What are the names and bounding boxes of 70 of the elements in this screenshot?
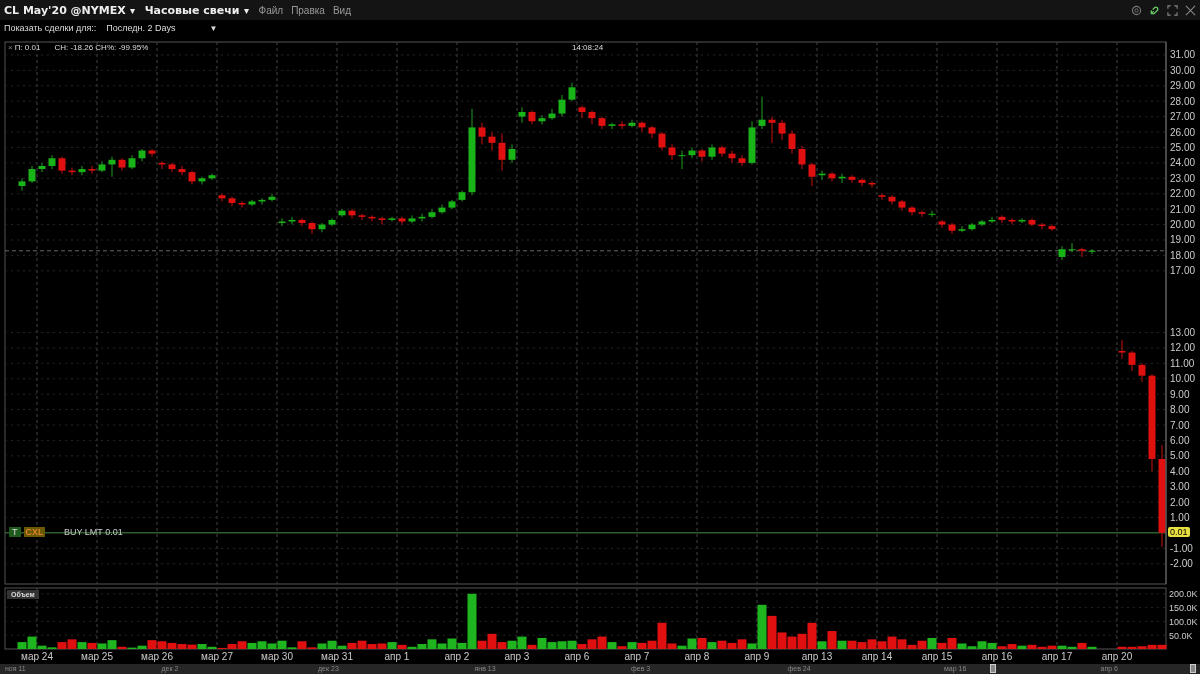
axis-label: мар 25 xyxy=(81,651,113,662)
axis-label: 26.00 xyxy=(1170,126,1196,138)
axis-label: 21.00 xyxy=(1170,203,1196,215)
axis-label: апр 16 xyxy=(981,651,1013,662)
axis-label: апр 14 xyxy=(861,651,893,662)
axis-label: 50.0K xyxy=(1169,630,1193,641)
axis-label: 5.00 xyxy=(1170,450,1190,462)
axis-label: апр 1 xyxy=(384,651,410,662)
axis-label: 29.00 xyxy=(1170,80,1196,92)
axis-label: 200.0K xyxy=(1169,589,1198,600)
axis-label: 18.00 xyxy=(1170,249,1196,261)
axis-label: 7.00 xyxy=(1170,419,1190,431)
menu-item[interactable]: Правка xyxy=(291,4,325,16)
axis-label: 12.00 xyxy=(1170,342,1196,354)
axis-label: апр 8 xyxy=(684,651,710,662)
axis-label: 9.00 xyxy=(1170,388,1190,400)
axis-label: 100.0K xyxy=(1169,616,1198,627)
filter-value[interactable]: Последн. 2 Days xyxy=(106,23,176,33)
axis-label: 13.00 xyxy=(1170,327,1196,338)
axis-label: 4.00 xyxy=(1170,465,1190,477)
axis-label: 2.00 xyxy=(1170,496,1190,508)
price-tag: 0.01 xyxy=(1168,526,1190,537)
axis-label: апр 20 xyxy=(1101,651,1133,662)
axis-label: апр 15 xyxy=(921,651,953,662)
axis-label: апр 3 xyxy=(504,651,530,662)
axis-label: -1.00 xyxy=(1170,542,1193,554)
axis-label: 150.0K xyxy=(1169,603,1198,614)
last-price-text: П: 0.01 xyxy=(14,43,41,52)
axis-label: апр 7 xyxy=(624,651,650,662)
axis-label: -2.00 xyxy=(1170,558,1193,570)
axis-label: мар 31 xyxy=(321,651,353,662)
symbol-title[interactable]: CL May'20 @NYMEX xyxy=(4,3,126,17)
axis-label: мар 30 xyxy=(261,651,293,662)
axis-label: 20.00 xyxy=(1170,219,1196,231)
transmit-button[interactable]: T xyxy=(9,526,21,537)
axis-label: 11.00 xyxy=(1170,357,1195,369)
caret-icon[interactable]: ▼ xyxy=(209,23,218,33)
axis-label: 27.00 xyxy=(1170,111,1196,123)
axis-label: 1.00 xyxy=(1170,512,1190,524)
close-icon[interactable]: × xyxy=(8,43,13,52)
caret-icon[interactable]: ▾ xyxy=(243,4,249,16)
filter-label: Показать сделки для:: xyxy=(4,23,97,33)
menu-item[interactable]: Файл xyxy=(258,4,284,16)
axis-label: апр 9 xyxy=(744,651,770,662)
axis-label: 10.00 xyxy=(1170,373,1196,385)
axis-label: 19.00 xyxy=(1170,234,1196,246)
axis-label: 22.00 xyxy=(1170,188,1196,200)
axis-label: апр 6 xyxy=(564,651,590,662)
axis-label: 8.00 xyxy=(1170,404,1190,416)
axis-label: 17.00 xyxy=(1170,265,1196,277)
axis-label: 30.00 xyxy=(1170,64,1196,76)
axis-label: 25.00 xyxy=(1170,141,1196,153)
axis-label: мар 24 xyxy=(21,651,53,662)
caret-icon[interactable]: ▾ xyxy=(129,4,135,16)
axis-label: 23.00 xyxy=(1170,172,1196,184)
change-text: CH: -18.26 CH%: -99.95% xyxy=(54,43,149,52)
menu-item[interactable]: Вид xyxy=(332,4,351,16)
axis-label: 24.00 xyxy=(1170,157,1196,169)
axis-label: апр 17 xyxy=(1041,651,1073,662)
axis-label: 28.00 xyxy=(1170,95,1196,107)
axis-label: мар 27 xyxy=(201,651,233,662)
bar-type-selector[interactable]: Часовые свечи xyxy=(144,3,240,17)
axis-label: 6.00 xyxy=(1170,434,1190,446)
axis-label: 31.00 xyxy=(1170,49,1196,61)
axis-label: апр 13 xyxy=(801,651,833,662)
order-label: BUY LMT 0.01 xyxy=(64,526,123,537)
axis-label: мар 26 xyxy=(141,651,173,662)
axis-label: апр 2 xyxy=(444,651,470,662)
cursor-time: 14:08:24 xyxy=(572,43,604,52)
axis-label: 3.00 xyxy=(1170,481,1190,493)
